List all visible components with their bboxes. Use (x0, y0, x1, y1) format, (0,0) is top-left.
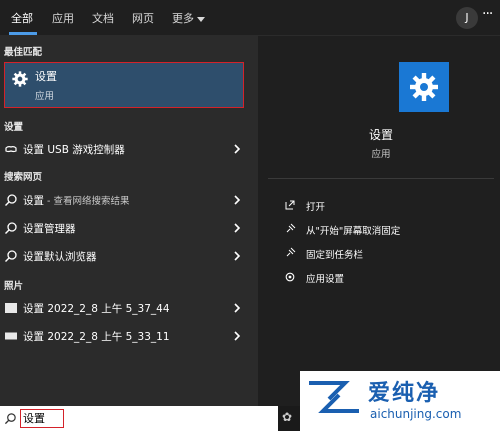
result-default-browser[interactable]: 设置默认浏览器 (0, 244, 258, 269)
divider (268, 178, 494, 179)
result-label: 设置 2022_2_8 上午 5_37_44 (23, 303, 170, 315)
search-icon (5, 194, 17, 206)
search-icon (5, 250, 17, 262)
result-photo-2[interactable]: 设置 2022_2_8 上午 5_33_11 (0, 324, 258, 349)
tab-all[interactable]: 全部 (11, 10, 33, 26)
action-pin-taskbar[interactable]: 固定到任务栏 (306, 247, 363, 261)
watermark: 爱纯净 aichunjing.com (300, 371, 500, 431)
chevron-right-icon[interactable] (232, 302, 242, 314)
result-label: 设置 2022_2_8 上午 5_33_11 (23, 331, 170, 343)
image-icon (5, 303, 17, 313)
tab-more[interactable]: 更多 (172, 10, 205, 26)
chevron-down-icon (197, 16, 205, 22)
tab-apps[interactable]: 应用 (52, 10, 74, 26)
detail-title: 设置 (368, 128, 393, 142)
gear-icon (285, 272, 295, 282)
result-label: 设置 USB 游戏控制器 (23, 144, 125, 156)
watermark-logo-icon (309, 381, 359, 413)
result-label-main: 设置 (23, 195, 44, 207)
best-match-subtitle: 应用 (35, 91, 55, 102)
best-match-item[interactable]: 设置 应用 (4, 62, 244, 108)
gear-icon (410, 73, 438, 101)
taskbar-edge: ✿ (278, 406, 300, 431)
avatar[interactable]: J (456, 7, 478, 29)
result-label: 设置默认浏览器 (23, 251, 97, 263)
search-bar[interactable]: 设置 (0, 406, 300, 431)
result-label: 设置 - 查看网络搜索结果 (23, 193, 129, 208)
image-icon (5, 332, 17, 340)
action-app-settings[interactable]: 应用设置 (306, 271, 344, 285)
result-usb-controller[interactable]: 设置 USB 游戏控制器 (0, 137, 258, 162)
result-settings-manager[interactable]: 设置管理器 (0, 216, 258, 241)
unpin-icon (286, 223, 296, 233)
watermark-text: 爱纯净 (368, 381, 441, 406)
watermark-url: aichunjing.com (370, 407, 462, 421)
search-input[interactable]: 设置 (20, 409, 64, 428)
detail-panel: 设置 应用 打开 从"开始"屏幕取消固定 固定到任务栏 应用设置 (262, 36, 500, 406)
search-icon (4, 413, 16, 425)
section-photos: 照片 (4, 281, 24, 292)
best-match-title: 设置 (35, 70, 57, 83)
gamepad-icon (5, 146, 17, 153)
result-label-sub: - 查看网络搜索结果 (44, 196, 130, 207)
search-scope-tabs: 全部 应用 文档 网页 更多 J ··· (0, 0, 500, 36)
gear-icon (12, 71, 28, 87)
detail-subtitle: 应用 (371, 149, 391, 160)
pin-icon (286, 247, 296, 257)
chevron-right-icon[interactable] (232, 330, 242, 342)
more-options-icon[interactable]: ··· (482, 6, 493, 22)
chevron-right-icon[interactable] (232, 143, 242, 155)
result-web-search[interactable]: 设置 - 查看网络搜索结果 (0, 188, 258, 213)
action-open[interactable]: 打开 (306, 199, 325, 213)
result-label: 设置管理器 (23, 223, 76, 235)
chevron-right-icon[interactable] (232, 194, 242, 206)
search-icon (5, 222, 17, 234)
chevron-right-icon[interactable] (232, 250, 242, 262)
taskbar-icon[interactable]: ✿ (282, 410, 292, 424)
section-best-match: 最佳匹配 (4, 47, 43, 58)
section-web: 搜索网页 (4, 172, 43, 183)
tab-documents[interactable]: 文档 (92, 10, 114, 26)
chevron-right-icon[interactable] (232, 222, 242, 234)
action-unpin[interactable]: 从"开始"屏幕取消固定 (306, 223, 400, 237)
active-tab-indicator (9, 32, 37, 35)
tab-more-label: 更多 (172, 12, 194, 25)
result-photo-1[interactable]: 设置 2022_2_8 上午 5_37_44 (0, 296, 258, 321)
open-icon (285, 200, 295, 210)
results-panel: 最佳匹配 设置 应用 设置 设置 USB 游戏控制器 搜索网页 设置 - 查看网… (0, 36, 258, 406)
section-settings: 设置 (4, 122, 24, 133)
tab-web[interactable]: 网页 (132, 10, 154, 26)
app-tile (399, 62, 449, 112)
